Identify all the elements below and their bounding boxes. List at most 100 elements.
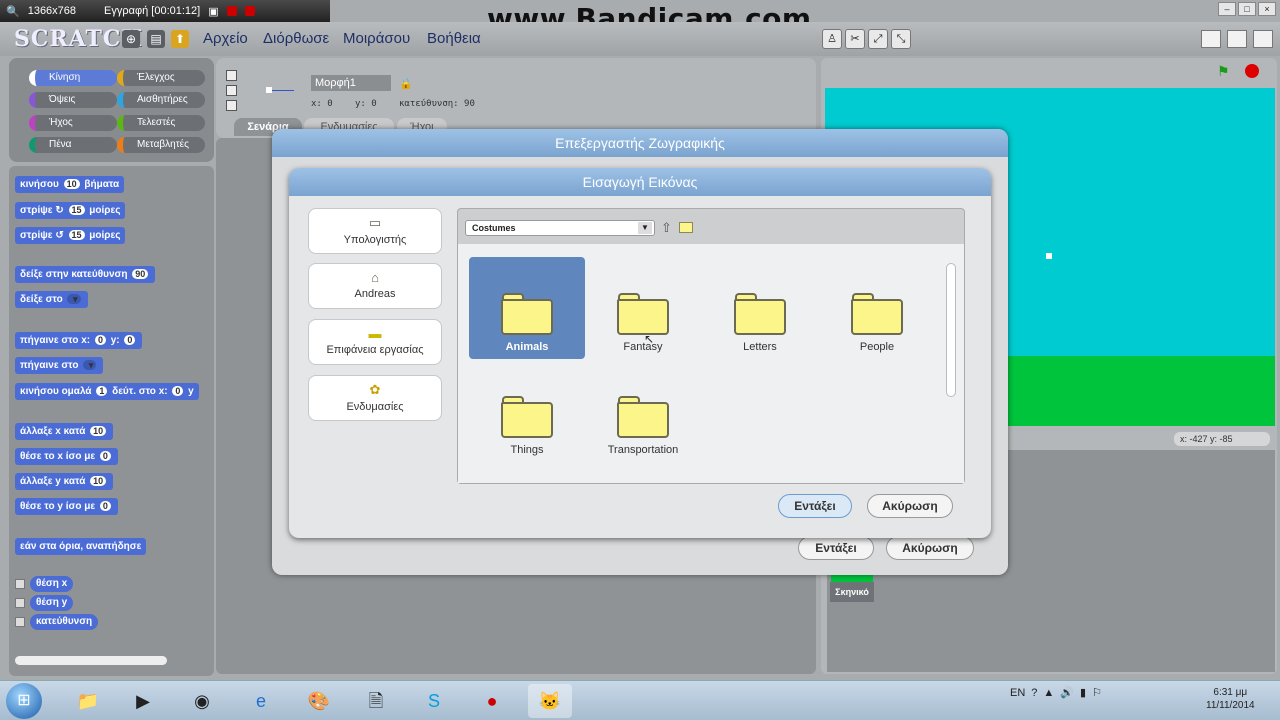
sprite-name-field[interactable]: Μορφή1: [311, 75, 391, 91]
folder-fantasy[interactable]: Fantasy: [585, 257, 701, 359]
palette-scrollbar[interactable]: [15, 656, 167, 665]
share-icon[interactable]: ⬆: [171, 30, 189, 48]
bandicam-icon[interactable]: ●: [470, 684, 514, 718]
file-scrollbar[interactable]: [946, 263, 956, 397]
globe-icon[interactable]: ⊕: [122, 30, 140, 48]
category-operators[interactable]: Τελεστές: [117, 115, 205, 131]
chrome-icon[interactable]: ◉: [180, 684, 224, 718]
folder-things[interactable]: Things: [469, 360, 585, 462]
category-sensing[interactable]: Αισθητήρες: [117, 92, 205, 108]
checkbox-x-position[interactable]: [15, 579, 25, 589]
mouse-cursor-icon: ↖: [644, 332, 655, 346]
block-change-x[interactable]: άλλαξε x κατά 10: [15, 423, 114, 440]
category-looks[interactable]: Όψεις: [29, 92, 117, 108]
location-computer[interactable]: ▭ Υπολογιστής: [308, 208, 442, 254]
show-hidden-icon[interactable]: ▲: [1043, 687, 1054, 699]
sprite-x: x: 0: [311, 99, 333, 109]
stamp-tool-icon[interactable]: ♙: [822, 29, 842, 49]
checkbox-direction[interactable]: [15, 617, 25, 627]
reporter-x-position[interactable]: θέση x: [30, 576, 74, 592]
block-set-x[interactable]: θέσε το x ίσο με 0: [15, 448, 118, 465]
folder-letters[interactable]: Letters: [702, 257, 818, 359]
folder-icon: [851, 293, 903, 335]
stop-sign-icon[interactable]: [1245, 64, 1259, 78]
small-stage-icon[interactable]: [1201, 30, 1221, 48]
import-dialog-title: Εισαγωγή Εικόνας: [289, 168, 991, 196]
computer-icon: ▭: [368, 215, 382, 230]
block-turn-right[interactable]: στρίψε ↻ 15 μοίρες: [15, 202, 126, 219]
category-motion[interactable]: Κίνηση: [29, 70, 117, 86]
import-cancel-button[interactable]: Ακύρωση: [867, 494, 953, 518]
minimize-icon[interactable]: –: [1218, 2, 1236, 16]
help-icon[interactable]: ?: [1031, 687, 1037, 699]
block-move[interactable]: κινήσου 10 βήματα: [15, 176, 125, 193]
location-home[interactable]: ⌂ Andreas: [308, 263, 442, 309]
maximize-icon[interactable]: □: [1238, 2, 1256, 16]
block-change-y[interactable]: άλλαξε y κατά 10: [15, 473, 114, 490]
menu-file[interactable]: Αρχείο: [203, 30, 248, 47]
skype-icon[interactable]: S: [412, 684, 456, 718]
block-goto-xy[interactable]: πήγαινε στο x: 0 y: 0: [15, 332, 143, 349]
directory-dropdown[interactable]: Costumes ▼: [465, 220, 655, 236]
language-indicator[interactable]: EN: [1010, 687, 1025, 699]
category-pen[interactable]: Πένα: [29, 137, 117, 153]
flag-icon[interactable]: ⚐: [1092, 686, 1102, 699]
window-controls: – □ ×: [1218, 2, 1276, 16]
scratch-app-icon[interactable]: 🐱: [528, 684, 572, 718]
menu-help[interactable]: Βοήθεια: [427, 30, 481, 47]
rotate-style-icon[interactable]: [226, 70, 237, 81]
folder-people[interactable]: People: [819, 257, 935, 359]
reporter-y-position[interactable]: θέση y: [30, 595, 74, 611]
stage-thumbnail-label[interactable]: Σκηνικό: [830, 582, 874, 602]
category-variables[interactable]: Μεταβλητές: [117, 137, 205, 153]
import-ok-button[interactable]: Εντάξει: [778, 494, 852, 518]
document-icon[interactable]: 🗎: [354, 684, 398, 718]
camera-icon[interactable]: ▣: [208, 5, 218, 18]
start-button[interactable]: ⊞: [6, 683, 42, 719]
folder-transportation[interactable]: Transportation: [585, 360, 701, 462]
flip-style-icon[interactable]: [226, 85, 237, 96]
paint-cancel-button[interactable]: Ακύρωση: [886, 536, 974, 560]
internet-explorer-icon[interactable]: e: [239, 684, 283, 718]
sprite-on-stage[interactable]: [1046, 253, 1052, 259]
stop-icon[interactable]: [244, 6, 255, 16]
close-icon[interactable]: ×: [1258, 2, 1276, 16]
category-sound[interactable]: Ήχος: [29, 115, 117, 131]
block-goto[interactable]: πήγαινε στο ▾: [15, 357, 104, 374]
explorer-icon[interactable]: 📁: [66, 684, 110, 718]
block-point-towards[interactable]: δείξε στο ▾: [15, 291, 88, 308]
green-flag-icon[interactable]: ⚑: [1217, 63, 1230, 80]
network-icon[interactable]: ▮: [1080, 686, 1086, 699]
block-glide[interactable]: κινήσου ομαλά 1 δεύτ. στο x: 0 y: [15, 383, 199, 400]
block-bounce[interactable]: εάν στα όρια, αναπήδησε: [15, 538, 147, 555]
delete-tool-icon[interactable]: ✂: [845, 29, 865, 49]
menu-edit[interactable]: Διόρθωσε: [263, 30, 329, 47]
block-set-y[interactable]: θέσε το y ίσο με 0: [15, 498, 118, 515]
up-folder-icon[interactable]: ⇧: [661, 220, 672, 236]
location-costumes[interactable]: ✿ Ενδυμασίες: [308, 375, 442, 421]
reporter-direction[interactable]: κατεύθυνση: [30, 614, 99, 630]
no-rotate-icon[interactable]: [226, 100, 237, 111]
clock[interactable]: 6:31 μμ 11/11/2014: [1206, 686, 1255, 712]
shrink-tool-icon[interactable]: ⤡: [891, 29, 911, 49]
presentation-icon[interactable]: [1253, 30, 1273, 48]
media-player-icon[interactable]: ▶: [121, 684, 165, 718]
new-folder-icon[interactable]: [679, 222, 693, 233]
menu-share[interactable]: Μοιράσου: [343, 30, 410, 47]
recorder-status: Εγγραφή [00:01:12]: [104, 5, 201, 17]
stage-thumbnail-image[interactable]: [831, 574, 873, 582]
lock-icon[interactable]: 🔒: [399, 77, 413, 90]
paint-ok-button[interactable]: Εντάξει: [798, 536, 874, 560]
block-turn-left[interactable]: στρίψε ↺ 15 μοίρες: [15, 227, 126, 244]
save-icon[interactable]: ▤: [147, 30, 165, 48]
grow-tool-icon[interactable]: ⤢: [868, 29, 888, 49]
checkbox-y-position[interactable]: [15, 598, 25, 608]
block-point-direction[interactable]: δείξε στην κατεύθυνση 90: [15, 266, 156, 283]
normal-stage-icon[interactable]: [1227, 30, 1247, 48]
location-desktop[interactable]: ▬ Επιφάνεια εργασίας: [308, 319, 442, 365]
volume-icon[interactable]: 🔊: [1060, 686, 1074, 699]
folder-animals[interactable]: Animals: [469, 257, 585, 359]
paint-icon[interactable]: 🎨: [297, 684, 341, 718]
pause-icon[interactable]: [226, 6, 237, 16]
category-control[interactable]: Έλεγχος: [117, 70, 205, 86]
